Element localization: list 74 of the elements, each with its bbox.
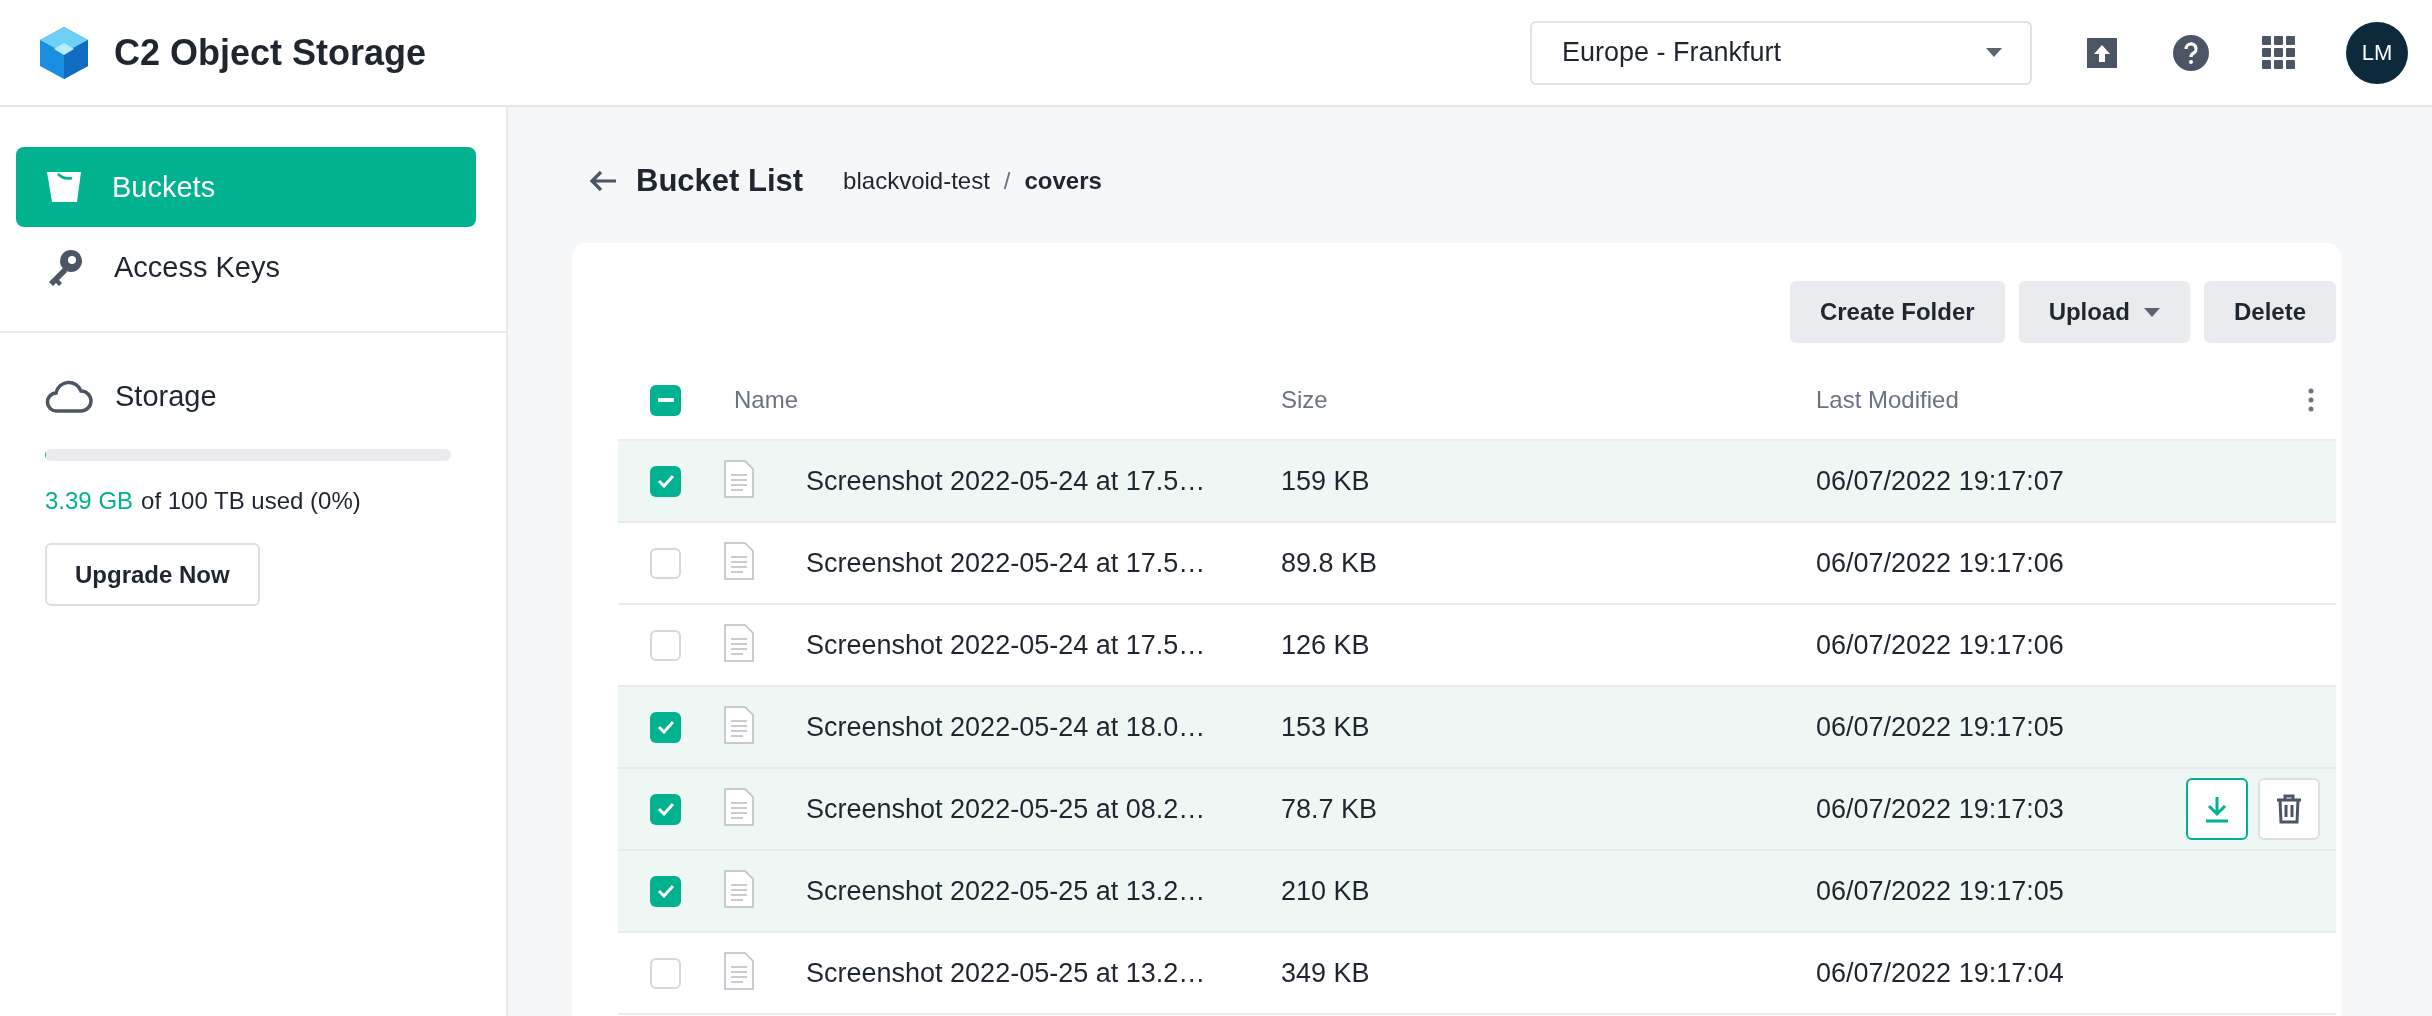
modified-date-cell-text: 06/07/2022 19:17:07 <box>1816 465 2065 497</box>
file-row[interactable]: Screenshot 2022-05-25 at 08.2… 78.7 KB 06/07/2022 19:17:03 <box>618 769 2336 851</box>
checkbox[interactable] <box>650 629 681 661</box>
file-icon <box>724 706 754 744</box>
more-options-icon[interactable] <box>2308 388 2314 412</box>
storage-label: Storage <box>115 379 217 413</box>
file-size-cell-text: 349 KB <box>1281 957 1371 989</box>
file-icon <box>724 870 754 908</box>
modified-date-cell-text: 06/07/2022 19:17:05 <box>1816 711 2065 743</box>
checkbox[interactable] <box>650 875 681 907</box>
trash-icon <box>2276 794 2302 824</box>
breadcrumb-separator: / <box>1003 167 1011 195</box>
file-row[interactable]: Screenshot 2022-05-25 at 13.2… 210 KB 06/07/2022 19:17:05 <box>618 851 2336 933</box>
bucket-icon <box>46 170 82 204</box>
file-icon <box>724 624 754 662</box>
file-name-cell-text: Screenshot 2022-05-25 at 08.2… <box>806 793 1207 825</box>
file-row[interactable]: Screenshot 2022-05-24 at 18.0… 153 KB 06/07/2022 19:17:05 <box>618 687 2336 769</box>
cloud-icon <box>45 379 93 413</box>
column-header[interactable]: Size <box>1281 386 1816 414</box>
modified-date-cell-text: 06/07/2022 19:17:06 <box>1816 629 2065 661</box>
checkbox[interactable] <box>650 711 681 743</box>
user-avatar[interactable]: LM <box>2346 21 2408 84</box>
modified-date-cell-text: 06/07/2022 19:17:06 <box>1816 547 2065 579</box>
delete-button[interactable] <box>2258 778 2320 840</box>
breadcrumb-link[interactable]: covers <box>1024 167 1102 195</box>
checkbox[interactable] <box>650 547 681 579</box>
storage-usage-text: of 100 TB used (0%) <box>141 487 361 515</box>
download-button[interactable] <box>2186 778 2248 840</box>
file-name-cell-text: Screenshot 2022-05-24 at 17.5… <box>806 547 1207 579</box>
file-icon <box>724 460 754 498</box>
cube-logo-icon <box>38 24 90 81</box>
file-icon <box>724 542 754 580</box>
back-arrow-icon[interactable] <box>588 169 618 193</box>
file-name-cell-text: Screenshot 2022-05-25 at 13.2… <box>806 957 1207 989</box>
upgrade-button[interactable]: Upgrade Now <box>45 543 260 606</box>
modified-date-cell-text: 06/07/2022 19:17:03 <box>1816 793 2065 825</box>
file-name-cell-text: Screenshot 2022-05-24 at 17.5… <box>806 629 1207 661</box>
help-icon[interactable] <box>2172 33 2210 72</box>
file-icon <box>724 788 754 826</box>
check-icon <box>656 802 675 816</box>
file-size-cell-text: 153 KB <box>1281 711 1371 743</box>
file-row[interactable]: Screenshot 2022-05-24 at 17.5… 159 KB 06/07/2022 19:17:07 <box>618 441 2336 523</box>
file-size-cell-text: 89.8 KB <box>1281 547 1379 579</box>
file-size-cell-text: 126 KB <box>1281 629 1371 661</box>
checkbox[interactable] <box>650 793 681 825</box>
check-icon <box>656 720 675 734</box>
breadcrumb-link[interactable]: blackvoid-test <box>843 167 990 195</box>
download-icon <box>2204 795 2230 823</box>
file-size-cell-text: 159 KB <box>1281 465 1371 497</box>
file-name-cell-text: Screenshot 2022-05-24 at 17.5… <box>806 465 1207 497</box>
file-size-cell-text: 78.7 KB <box>1281 793 1379 825</box>
apps-grid-icon[interactable] <box>2262 35 2296 70</box>
modified-date-cell-text: 06/07/2022 19:17:05 <box>1816 875 2065 907</box>
toolbar-button[interactable]: Create Folder <box>1789 281 2005 343</box>
sidebar-item[interactable]: Access Keys <box>16 227 476 307</box>
file-name-cell-text: Screenshot 2022-05-24 at 18.0… <box>806 711 1207 743</box>
check-icon <box>656 884 675 898</box>
app-title: C2 Object Storage <box>114 31 427 74</box>
modified-date-cell-text: 06/07/2022 19:17:04 <box>1816 957 2065 989</box>
checkbox[interactable] <box>650 957 681 989</box>
page-title: Bucket List <box>636 163 804 199</box>
file-icon <box>724 952 754 990</box>
toolbar-button[interactable]: Upload <box>2018 281 2190 343</box>
file-name-cell-text: Screenshot 2022-05-25 at 13.2… <box>806 875 1207 907</box>
column-header[interactable]: Name <box>716 386 1281 414</box>
column-header[interactable]: Last Modified <box>1816 386 2186 414</box>
checkbox[interactable] <box>650 465 681 497</box>
check-icon <box>656 474 675 488</box>
file-size-cell-text: 210 KB <box>1281 875 1371 907</box>
region-dropdown[interactable]: Europe - Frankfurt <box>1530 20 2032 85</box>
checkbox[interactable] <box>650 384 681 416</box>
caret-icon <box>1986 48 2002 57</box>
storage-used-amount: 3.39 GB <box>45 487 134 515</box>
toolbar-button[interactable]: Delete <box>2203 281 2336 343</box>
